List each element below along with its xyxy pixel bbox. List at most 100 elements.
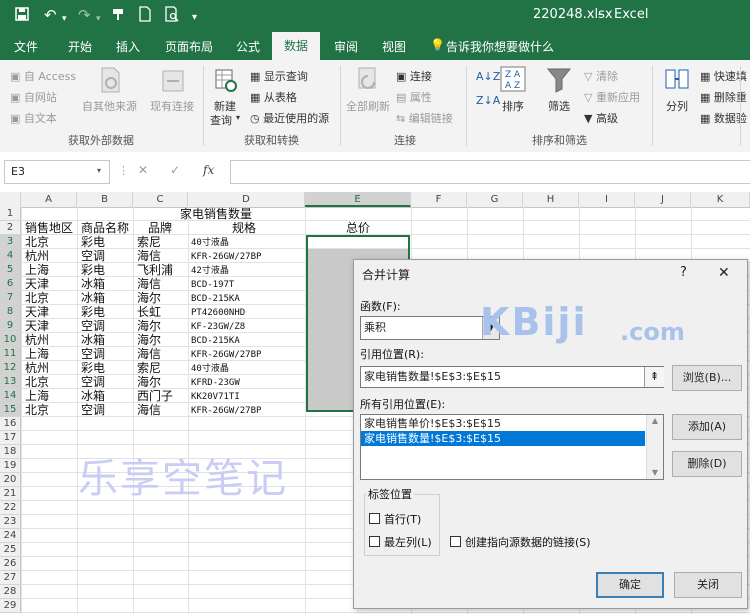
table-cell[interactable]: 冰箱 — [81, 277, 105, 291]
table-cell[interactable]: 北京 — [25, 375, 49, 389]
row-header[interactable]: 15 — [0, 403, 21, 417]
new-query-dropdown-icon[interactable]: ▾ — [236, 113, 240, 122]
browse-button[interactable]: 浏览(B)... — [672, 365, 742, 391]
table-cell[interactable]: 杭州 — [25, 361, 49, 375]
table-cell[interactable]: 上海 — [25, 389, 49, 403]
sort-button[interactable]: 排序 — [502, 98, 524, 114]
table-cell[interactable]: 长虹 — [137, 305, 161, 319]
undo-icon[interactable]: ↶ — [44, 6, 57, 24]
header-cell[interactable]: 品牌 — [148, 221, 172, 235]
table-cell[interactable]: 海尔 — [137, 375, 161, 389]
row-header[interactable]: 12 — [0, 361, 21, 375]
tab-page-layout[interactable]: 页面布局 — [165, 38, 213, 55]
new-file-icon[interactable] — [138, 6, 152, 26]
table-cell[interactable]: 彩电 — [81, 263, 105, 277]
scroll-up-icon[interactable]: ▲ — [647, 415, 663, 427]
scroll-down-icon[interactable]: ▼ — [647, 467, 663, 479]
row-header[interactable]: 14 — [0, 389, 21, 403]
row-header[interactable]: 28 — [0, 585, 21, 599]
add-button[interactable]: 添加(A) — [672, 414, 742, 440]
header-cell[interactable]: 规格 — [232, 221, 256, 235]
row-header[interactable]: 10 — [0, 333, 21, 347]
tab-insert[interactable]: 插入 — [116, 38, 140, 55]
table-cell[interactable]: 杭州 — [25, 249, 49, 263]
paint-icon[interactable] — [110, 6, 126, 26]
table-cell[interactable]: 海信 — [137, 277, 161, 291]
name-box-dropdown-icon[interactable]: ▾ — [97, 166, 101, 175]
text-to-columns-button[interactable]: 分列 — [666, 98, 688, 114]
table-cell[interactable]: 40寸液晶 — [191, 236, 229, 250]
table-cell[interactable]: 飞利浦 — [137, 263, 173, 277]
table-cell[interactable]: 海信 — [137, 347, 161, 361]
column-header[interactable]: E — [305, 192, 411, 207]
table-cell[interactable]: BCD-215KA — [191, 292, 240, 306]
table-cell[interactable]: 北京 — [25, 235, 49, 249]
table-cell[interactable]: KFR-26GW/27BP — [191, 348, 261, 362]
list-item-selected[interactable]: 家电销售数量!$E$3:$E$15 — [361, 431, 645, 446]
tab-data[interactable]: 数据 — [272, 32, 321, 60]
table-cell[interactable]: 海信 — [137, 249, 161, 263]
row-header[interactable]: 3 — [0, 235, 21, 249]
table-cell[interactable]: PT42600NHD — [191, 306, 245, 320]
row-header[interactable]: 19 — [0, 459, 21, 473]
table-cell[interactable]: 海尔 — [137, 333, 161, 347]
row-header[interactable]: 25 — [0, 543, 21, 557]
row-header[interactable]: 18 — [0, 445, 21, 459]
sort-za-icon[interactable]: Z↓A — [476, 94, 500, 107]
column-header[interactable]: I — [579, 192, 635, 207]
table-cell[interactable]: 天津 — [25, 305, 49, 319]
reference-input[interactable]: 家电销售数量!$E$3:$E$15 — [360, 366, 664, 388]
table-cell[interactable]: 彩电 — [81, 305, 105, 319]
row-header[interactable]: 23 — [0, 515, 21, 529]
row-header[interactable]: 16 — [0, 417, 21, 431]
close-icon[interactable]: ✕ — [718, 265, 730, 281]
row-header[interactable]: 22 — [0, 501, 21, 515]
row-header[interactable]: 21 — [0, 487, 21, 501]
table-cell[interactable]: BCD-197T — [191, 278, 234, 292]
insert-function-icon[interactable]: fx — [203, 163, 214, 177]
table-cell[interactable]: 彩电 — [81, 235, 105, 249]
table-cell[interactable]: 冰箱 — [81, 389, 105, 403]
row-header[interactable]: 20 — [0, 473, 21, 487]
table-cell[interactable]: 空调 — [81, 347, 105, 361]
table-cell[interactable]: 40寸液晶 — [191, 362, 229, 376]
table-cell[interactable]: 42寸液晶 — [191, 264, 229, 278]
header-cell[interactable]: 销售地区 — [25, 221, 73, 235]
column-header[interactable]: B — [77, 192, 133, 207]
help-icon[interactable]: ? — [680, 265, 687, 280]
customize-toolbar-icon[interactable]: ▾ — [192, 9, 197, 27]
table-cell[interactable]: 北京 — [25, 403, 49, 417]
column-header[interactable]: G — [467, 192, 523, 207]
header-cell[interactable]: 商品名称 — [81, 221, 129, 235]
undo-dropdown-icon[interactable]: ▾ — [62, 10, 67, 28]
table-cell[interactable]: KFR-26GW/27BP — [191, 250, 261, 264]
function-select[interactable]: 乘积 ▼ — [360, 316, 500, 340]
print-preview-icon[interactable] — [164, 6, 180, 26]
row-header[interactable]: 5 — [0, 263, 21, 277]
sort-az-icon[interactable]: A↓Z — [476, 70, 500, 83]
table-cell[interactable]: 杭州 — [25, 333, 49, 347]
save-icon[interactable] — [14, 6, 30, 26]
table-cell[interactable]: 索尼 — [137, 361, 161, 375]
tab-file[interactable]: 文件 — [14, 38, 38, 55]
table-cell[interactable]: 空调 — [81, 319, 105, 333]
row-header[interactable]: 9 — [0, 319, 21, 333]
header-cell[interactable]: 总价 — [346, 221, 370, 235]
column-header[interactable]: J — [635, 192, 691, 207]
row-header[interactable]: 17 — [0, 431, 21, 445]
row-header[interactable]: 1 — [0, 207, 21, 221]
table-cell[interactable]: KFR-26GW/27BP — [191, 404, 261, 418]
column-header[interactable]: F — [411, 192, 467, 207]
sheet-title-cell[interactable]: 家电销售数量 — [180, 207, 252, 221]
close-button[interactable]: 关闭 — [674, 572, 742, 598]
table-cell[interactable]: 索尼 — [137, 235, 161, 249]
filter-button[interactable]: 筛选 — [548, 98, 570, 114]
tab-home[interactable]: 开始 — [68, 38, 92, 55]
table-cell[interactable]: 空调 — [81, 249, 105, 263]
table-cell[interactable]: 西门子 — [137, 389, 173, 403]
row-header[interactable]: 13 — [0, 375, 21, 389]
name-box[interactable]: E3 — [4, 160, 110, 184]
table-cell[interactable]: 空调 — [81, 403, 105, 417]
all-references-list[interactable]: 家电销售单价!$E$3:$E$15 家电销售数量!$E$3:$E$15 ▲ ▼ — [360, 414, 664, 480]
row-header[interactable]: 24 — [0, 529, 21, 543]
